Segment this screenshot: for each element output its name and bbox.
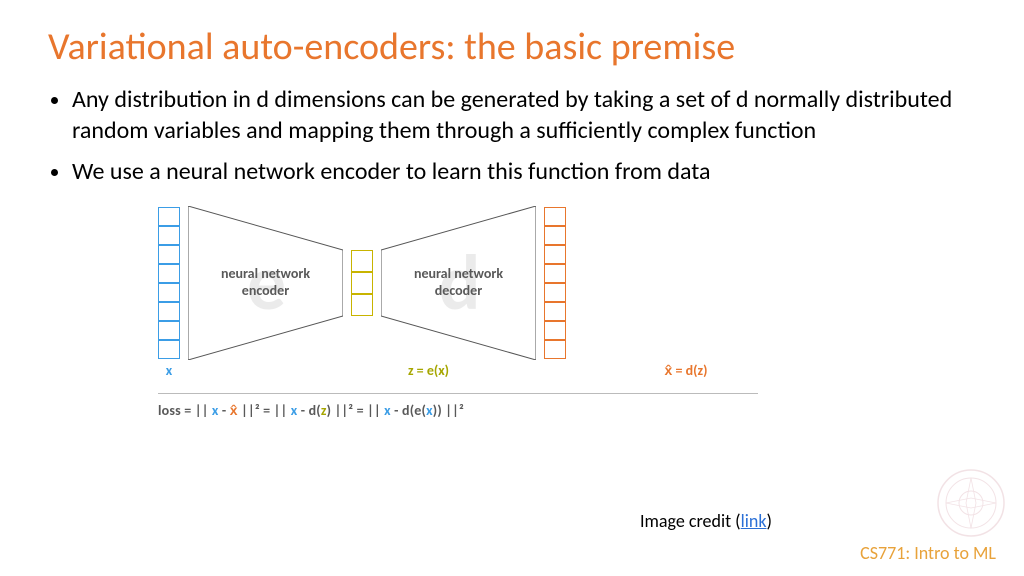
loss-equation: loss = || x - x̂ ||² = || x - d(z) ||² =… xyxy=(158,402,976,419)
z-label: z = e(x) xyxy=(351,362,506,379)
encoder-label: encoder xyxy=(242,283,289,300)
decoder-label: decoder xyxy=(435,283,482,300)
image-credit: Image credit (link) xyxy=(640,510,772,532)
divider xyxy=(158,393,758,394)
decoder-block: d neural network decoder xyxy=(381,206,536,360)
institution-seal-icon xyxy=(936,468,1006,538)
course-footer: CS771: Intro to ML xyxy=(860,542,996,564)
bullet-item: Any distribution in d dimensions can be … xyxy=(72,84,976,146)
decoder-label: neural network xyxy=(414,266,503,283)
bullet-item: We use a neural network encoder to learn… xyxy=(72,156,976,187)
output-vector xyxy=(544,207,566,359)
encoder-label: neural network xyxy=(221,266,310,283)
latent-vector xyxy=(351,250,373,316)
input-vector xyxy=(158,207,180,359)
encoder-block: e neural network encoder xyxy=(188,206,343,360)
page-title: Variational auto-encoders: the basic pre… xyxy=(48,24,976,70)
xhat-label: x̂ = d(z) xyxy=(641,362,731,379)
credit-link[interactable]: link xyxy=(741,510,767,532)
x-label: x xyxy=(158,362,180,379)
autoencoder-diagram: e neural network encoder d neural networ… xyxy=(158,206,976,419)
bullet-list: Any distribution in d dimensions can be … xyxy=(48,84,976,188)
